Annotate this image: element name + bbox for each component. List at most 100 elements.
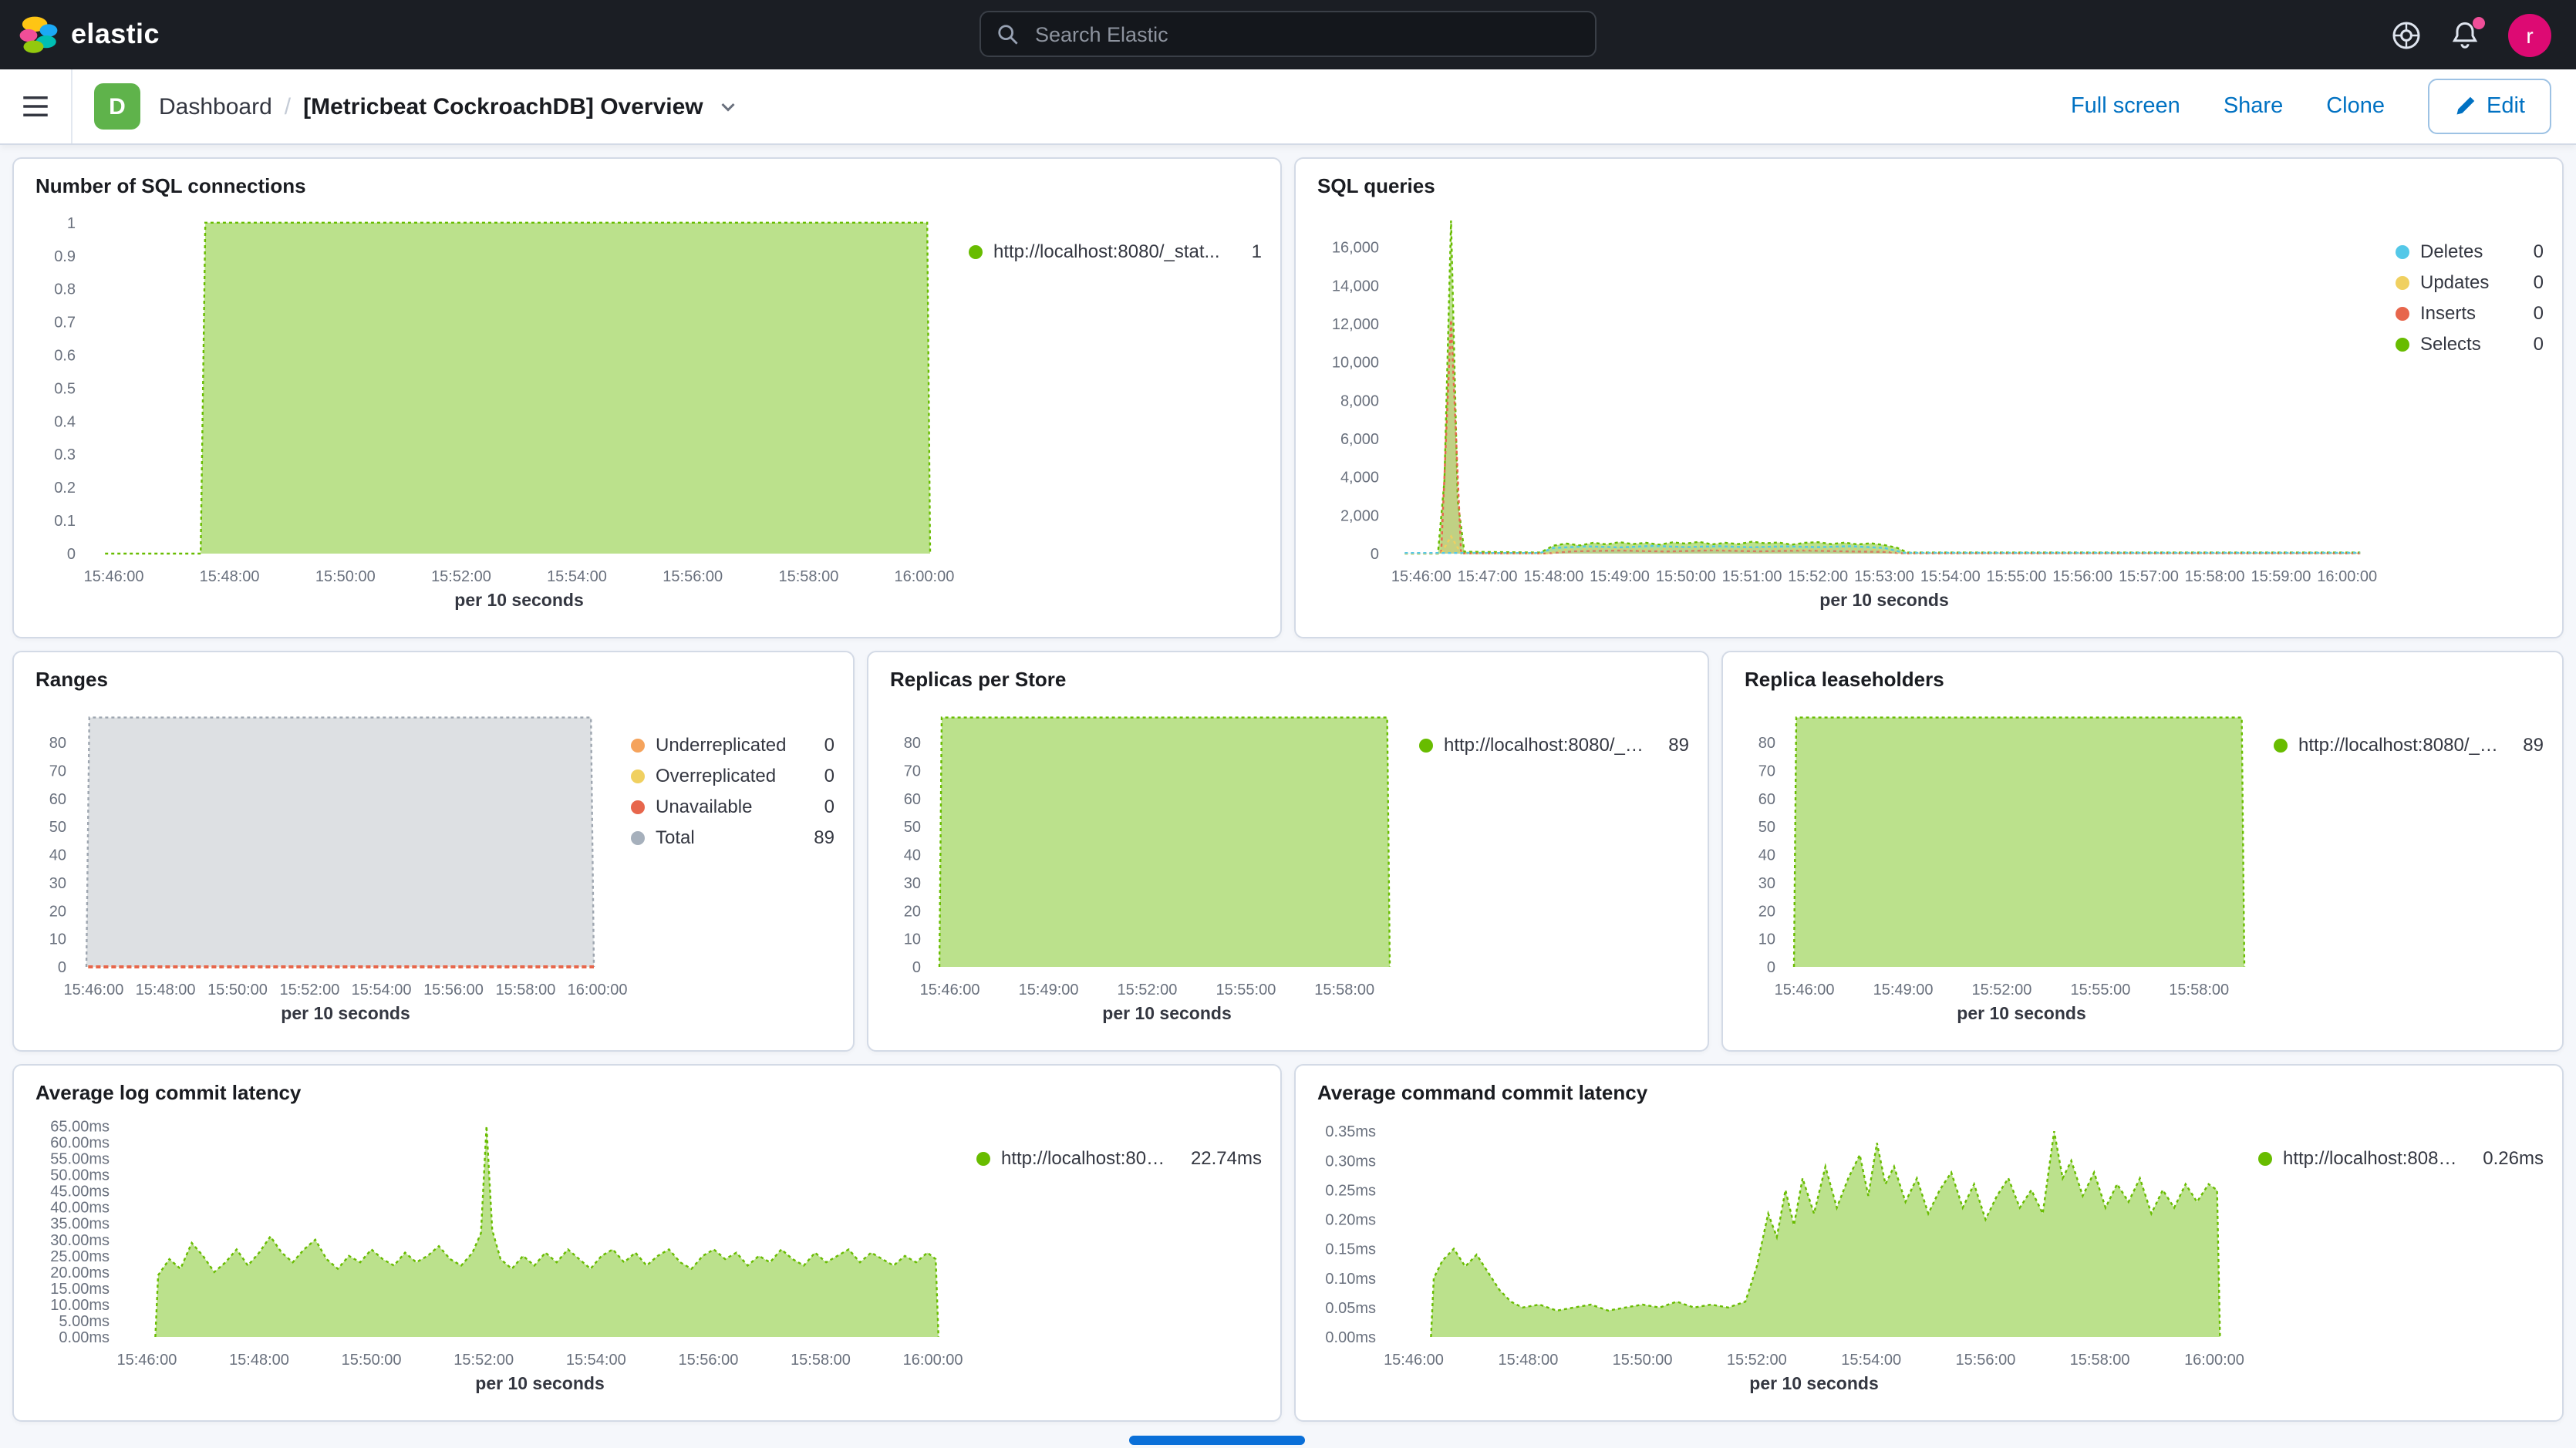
svg-text:40: 40 (904, 847, 921, 864)
breadcrumb-separator: / (285, 93, 291, 120)
chart-canvas[interactable]: 02,0004,0006,0008,00010,00012,00014,0001… (1314, 200, 2396, 615)
svg-text:70: 70 (1758, 763, 1775, 780)
svg-text:per 10 seconds: per 10 seconds (454, 590, 583, 610)
chart-canvas[interactable]: 0102030405060708015:46:0015:48:0015:50:0… (32, 694, 631, 1029)
legend-item[interactable]: http://localhost:8080/_sta...89 (1419, 734, 1689, 756)
svg-text:70: 70 (904, 763, 921, 780)
clone-button[interactable]: Clone (2326, 94, 2385, 119)
svg-text:30: 30 (49, 875, 66, 892)
panel-title: Replicas per Store (887, 668, 1689, 694)
legend-item[interactable]: Overreplicated0 (631, 765, 835, 786)
svg-text:per 10 seconds: per 10 seconds (1957, 1003, 2085, 1023)
chart-legend: Underreplicated0 Overreplicated0 Unavailab… (631, 694, 835, 1029)
svg-text:45.00ms: 45.00ms (50, 1184, 110, 1200)
legend-item[interactable]: Inserts0 (2396, 302, 2544, 324)
legend-item[interactable]: http://localhost:808...22.74ms (976, 1147, 1262, 1169)
svg-text:15:46:00: 15:46:00 (920, 982, 980, 998)
legend-label: http://localhost:808... (1001, 1147, 1171, 1169)
svg-text:15:54:00: 15:54:00 (1841, 1352, 1901, 1369)
menu-icon[interactable] (0, 69, 71, 143)
legend-item[interactable]: Deletes0 (2396, 241, 2544, 262)
breadcrumb: Dashboard / [Metricbeat CockroachDB] Ove… (159, 93, 737, 120)
full-screen-button[interactable]: Full screen (2071, 94, 2180, 119)
svg-text:15:55:00: 15:55:00 (1216, 982, 1276, 998)
chart-canvas[interactable]: 00.10.20.30.40.50.60.70.80.9115:46:0015:… (32, 200, 969, 615)
panel-number-of-sql-connections: Number of SQL connections 00.10.20.30.40… (12, 157, 1282, 638)
legend-item[interactable]: Underreplicated0 (631, 734, 835, 756)
search-input[interactable] (1032, 21, 1580, 47)
legend-value: 0 (2534, 333, 2544, 355)
legend-label: http://localhost:8080/_sta... (1444, 734, 1648, 756)
svg-text:15:50:00: 15:50:00 (1613, 1352, 1673, 1369)
notifications-icon[interactable] (2450, 19, 2480, 50)
svg-text:0.8: 0.8 (54, 281, 76, 298)
legend-label: Updates (2420, 271, 2514, 293)
chevron-down-icon[interactable] (719, 97, 737, 116)
chart-legend: http://localhost:8080...0.26ms (2258, 1107, 2544, 1399)
svg-text:12,000: 12,000 (1332, 316, 1379, 333)
legend-item[interactable]: http://localhost:8080/_sta...89 (2274, 734, 2544, 756)
svg-text:15:49:00: 15:49:00 (1873, 982, 1934, 998)
svg-text:15:46:00: 15:46:00 (84, 568, 144, 585)
chart-canvas[interactable]: 0102030405060708015:46:0015:49:0015:52:0… (887, 694, 1419, 1029)
svg-text:16:00:00: 16:00:00 (894, 568, 954, 585)
panel-title: Ranges (32, 668, 835, 694)
svg-text:80: 80 (49, 735, 66, 752)
legend-item[interactable]: http://localhost:8080...0.26ms (2258, 1147, 2544, 1169)
legend-swatch-icon (2396, 337, 2409, 351)
svg-text:50: 50 (49, 819, 66, 836)
legend-item[interactable]: http://localhost:8080/_stat...1 (969, 241, 1262, 262)
breadcrumb-dashboard[interactable]: Dashboard (159, 93, 272, 120)
panel-title: SQL queries (1314, 174, 2544, 200)
legend-item[interactable]: Updates0 (2396, 271, 2544, 293)
toolbar-actions: Full screen Share Clone Edit (2071, 79, 2576, 134)
svg-text:15:58:00: 15:58:00 (2070, 1352, 2130, 1369)
svg-text:10: 10 (1758, 931, 1775, 948)
svg-text:0.00ms: 0.00ms (1325, 1329, 1376, 1346)
svg-text:35.00ms: 35.00ms (50, 1216, 110, 1233)
panel-replicas-per-store: Replicas per Store 0102030405060708015:4… (867, 651, 1709, 1052)
svg-text:15:56:00: 15:56:00 (1955, 1352, 2015, 1369)
svg-text:15:51:00: 15:51:00 (1722, 568, 1782, 585)
svg-text:40.00ms: 40.00ms (50, 1200, 110, 1217)
legend-item[interactable]: Unavailable0 (631, 796, 835, 817)
svg-text:15:50:00: 15:50:00 (1656, 568, 1716, 585)
pencil-icon (2454, 96, 2476, 117)
legend-item[interactable]: Selects0 (2396, 333, 2544, 355)
svg-text:20: 20 (904, 903, 921, 920)
chart-canvas[interactable]: 0102030405060708015:46:0015:49:0015:52:0… (1741, 694, 2274, 1029)
legend-swatch-icon (976, 1151, 990, 1165)
help-icon[interactable] (2391, 19, 2422, 50)
legend-label: Inserts (2420, 302, 2514, 324)
svg-text:15:56:00: 15:56:00 (2052, 568, 2112, 585)
user-avatar[interactable]: r (2508, 13, 2551, 56)
svg-text:per 10 seconds: per 10 seconds (1819, 590, 1948, 610)
space-avatar[interactable]: D (94, 83, 140, 130)
svg-text:0.6: 0.6 (54, 348, 76, 365)
svg-text:50.00ms: 50.00ms (50, 1167, 110, 1184)
svg-text:16:00:00: 16:00:00 (2317, 568, 2377, 585)
svg-text:15:52:00: 15:52:00 (1727, 1352, 1787, 1369)
svg-text:15:48:00: 15:48:00 (1523, 568, 1583, 585)
horizontal-scrollbar-thumb[interactable] (1129, 1436, 1305, 1445)
legend-swatch-icon (631, 738, 645, 752)
chart-canvas[interactable]: 0.00ms5.00ms10.00ms15.00ms20.00ms25.00ms… (32, 1107, 976, 1399)
svg-text:40: 40 (49, 847, 66, 864)
svg-text:15:49:00: 15:49:00 (1590, 568, 1650, 585)
legend-item[interactable]: Total89 (631, 827, 835, 848)
svg-text:0.05ms: 0.05ms (1325, 1300, 1376, 1317)
svg-text:15:48:00: 15:48:00 (136, 982, 196, 998)
svg-text:16:00:00: 16:00:00 (2184, 1352, 2244, 1369)
edit-button[interactable]: Edit (2428, 79, 2551, 134)
share-button[interactable]: Share (2224, 94, 2283, 119)
svg-text:15:58:00: 15:58:00 (495, 982, 555, 998)
panel-title: Replica leaseholders (1741, 668, 2544, 694)
chart-canvas[interactable]: 0.00ms0.05ms0.10ms0.15ms0.20ms0.25ms0.30… (1314, 1107, 2258, 1399)
global-search[interactable] (979, 11, 1597, 57)
panel-title: Average log commit latency (32, 1081, 1262, 1107)
elastic-logo-icon[interactable] (19, 15, 59, 55)
svg-text:60: 60 (1758, 791, 1775, 808)
panel-replica-leaseholders: Replica leaseholders 0102030405060708015… (1721, 651, 2564, 1052)
svg-text:15:54:00: 15:54:00 (1920, 568, 1981, 585)
elastic-logo-text: elastic (71, 19, 160, 51)
